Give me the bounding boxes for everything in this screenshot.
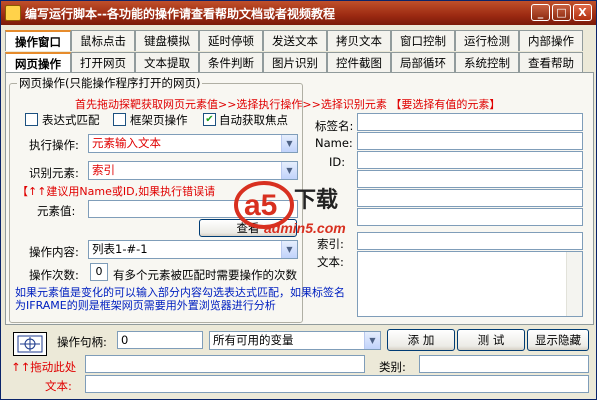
frame-page-checkbox[interactable] [113, 113, 126, 126]
exec-operation-label: 执行操作: [29, 138, 79, 152]
tab-web-operation[interactable]: 网页操作 [5, 52, 71, 73]
tab-send-text[interactable]: 发送文本 [263, 30, 327, 51]
tab-delay[interactable]: 延时停顿 [199, 30, 263, 51]
drag-result-field[interactable] [85, 355, 365, 373]
group-title: 网页操作(只能操作程序打开的网页) [17, 75, 203, 91]
identify-element-label: 识别元素: [29, 166, 79, 180]
tab-operate-window[interactable]: 操作窗口 [5, 30, 71, 51]
tab-condition[interactable]: 条件判断 [199, 52, 263, 73]
bottom-text-label: 文本: [45, 379, 72, 393]
exec-operation-select[interactable]: 元素输入文本 ▼ [88, 134, 298, 153]
tab-open-web[interactable]: 打开网页 [71, 52, 135, 73]
id-field[interactable] [357, 151, 583, 169]
tab-copy-text[interactable]: 拷贝文本 [327, 30, 391, 51]
name-field[interactable] [357, 132, 583, 150]
times-input[interactable]: 0 [90, 263, 108, 281]
times-note: 有多个元素被匹配时需要操作的次数 [113, 268, 297, 282]
category-label: 类别: [379, 360, 406, 374]
tab-window-control[interactable]: 窗口控制 [391, 30, 455, 51]
frame-page-label: 框架页操作 [130, 113, 188, 127]
watermark-logo: a5 下载 admin5.com [234, 181, 346, 236]
tab-text-extract[interactable]: 文本提取 [135, 52, 199, 73]
handle-label: 操作句柄: [57, 335, 107, 349]
category-field[interactable] [419, 355, 589, 373]
tab-keyboard[interactable]: 键盘模拟 [135, 30, 199, 51]
tab-local-loop[interactable]: 局部循环 [391, 52, 455, 73]
chevron-down-icon[interactable]: ▼ [364, 332, 380, 349]
app-icon [5, 5, 21, 21]
close-button[interactable]: X [573, 4, 592, 21]
extra-field-1[interactable] [357, 170, 583, 188]
tab-run-detect[interactable]: 运行检测 [455, 30, 519, 51]
content-value: 列表1-#-1 [92, 242, 148, 256]
identify-element-value: 索引 [92, 163, 115, 177]
minimize-button[interactable]: _ [531, 4, 550, 21]
auto-focus-checkbox[interactable]: ✔ [203, 113, 216, 126]
extra-field-2[interactable] [357, 189, 583, 207]
tag-name-label: 标签名: [315, 119, 354, 133]
text-area-scrollbar[interactable] [566, 252, 582, 316]
maximize-button[interactable]: □ [552, 4, 571, 21]
exec-operation-value: 元素输入文本 [92, 136, 161, 150]
text-label: 文本: [317, 255, 344, 269]
logo-brand: 下载 [294, 187, 338, 213]
index-field[interactable] [357, 232, 583, 250]
extra-field-3[interactable] [357, 208, 583, 226]
chevron-down-icon[interactable]: ▼ [281, 135, 297, 152]
logo-mark: a5 [244, 189, 277, 222]
main-window: 编写运行脚本--各功能的操作请查看帮助文档或者视频教程 _ □ X 操作窗口 鼠… [0, 0, 597, 400]
regex-match-checkbox[interactable] [25, 113, 38, 126]
crosshair-target-icon[interactable] [13, 332, 47, 356]
logo-url: admin5.com [264, 220, 346, 236]
content-label: 操作内容: [29, 245, 79, 259]
tab-internal-op[interactable]: 内部操作 [519, 30, 583, 51]
window-title: 编写运行脚本--各功能的操作请查看帮助文档或者视频教程 [25, 7, 335, 21]
element-value-label: 元素值: [37, 204, 76, 218]
tab-image-recognition[interactable]: 图片识别 [263, 52, 327, 73]
tab-view-help[interactable]: 查看帮助 [519, 52, 583, 73]
regex-note: 如果元素值是变化的可以输入部分内容勾选表达式匹配，如果标签名为IFRAME的则是… [15, 286, 345, 312]
id-label: ID: [329, 155, 346, 169]
variable-select[interactable]: 所有可用的变量 ▼ [209, 331, 381, 350]
times-label: 操作次数: [29, 268, 79, 282]
instruction-hint: 首先拖动探靶获取网页元素值>>选择执行操作>>选择识别元素 【要选择有值的元素】 [75, 98, 501, 111]
drag-here-label: ↑↑拖动此处 [11, 360, 77, 374]
content-select[interactable]: 列表1-#-1 ▼ [88, 240, 298, 259]
add-button[interactable]: 添 加 [387, 329, 455, 351]
chevron-down-icon[interactable]: ▼ [281, 241, 297, 258]
show-hide-button[interactable]: 显示隐藏 [527, 329, 589, 351]
test-button[interactable]: 测 试 [457, 329, 525, 351]
title-bar[interactable]: 编写运行脚本--各功能的操作请查看帮助文档或者视频教程 _ □ X [1, 1, 596, 25]
tab-control-capture[interactable]: 控件截图 [327, 52, 391, 73]
handle-field[interactable]: 0 [117, 331, 203, 349]
tab-mouse-click[interactable]: 鼠标点击 [71, 30, 135, 51]
name-label: Name: [315, 136, 353, 150]
tag-name-field[interactable] [357, 113, 583, 131]
regex-match-label: 表达式匹配 [42, 113, 100, 127]
tab-system-control[interactable]: 系统控制 [455, 52, 519, 73]
auto-focus-label: 自动获取焦点 [219, 113, 288, 127]
identify-hint: 【↑↑建议用Name或ID,如果执行错误请 [17, 185, 216, 198]
text-area[interactable] [357, 251, 583, 317]
variable-select-value: 所有可用的变量 [213, 333, 294, 347]
bottom-text-field[interactable] [85, 375, 589, 393]
